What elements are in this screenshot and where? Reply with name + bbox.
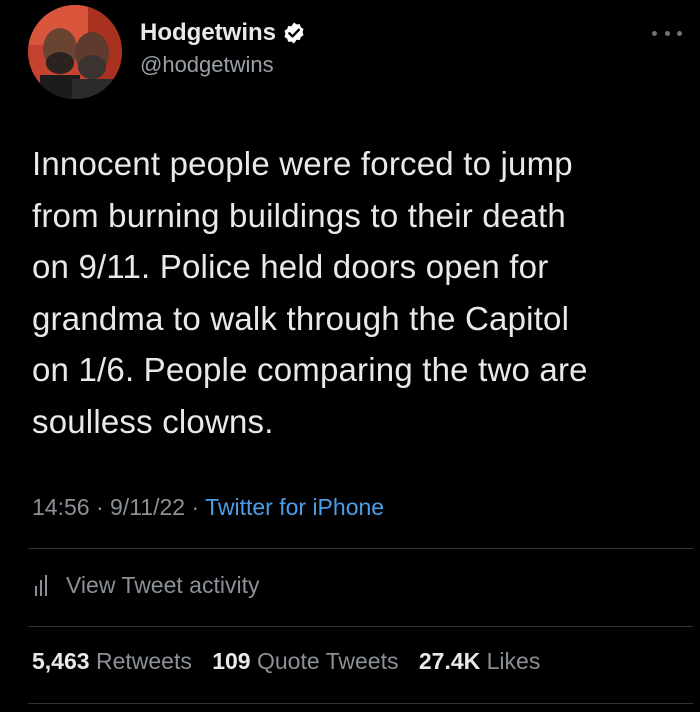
meta-separator: · (95, 494, 104, 520)
display-name[interactable]: Hodgetwins (140, 19, 276, 47)
quote-tweets-label: Quote Tweets (256, 648, 399, 674)
tweet-text-line: soulless clowns. (32, 402, 274, 440)
view-tweet-activity-button[interactable]: View Tweet activity (34, 568, 259, 602)
more-dot (677, 30, 682, 36)
tweet-card: Hodgetwins @hodgetwins Innocent people w… (0, 0, 700, 712)
user-name-row[interactable]: Hodgetwins (140, 18, 306, 48)
tweet-time[interactable]: 14:56 (32, 494, 90, 520)
divider (28, 626, 693, 627)
more-options-icon[interactable] (652, 26, 682, 40)
tweet-text-line: from burning buildings to their death (32, 196, 566, 234)
likes-label: Likes (486, 648, 541, 674)
bar-chart-icon (34, 574, 52, 596)
tweet-meta: 14:56 · 9/11/22 · Twitter for iPhone (32, 494, 384, 521)
tweet-text-line: Innocent people were forced to jump (32, 145, 573, 182)
view-tweet-activity-label: View Tweet activity (66, 571, 260, 598)
verified-badge-icon (282, 21, 306, 45)
retweets-stat[interactable]: 5,463 Retweets (32, 648, 192, 674)
quote-tweets-stat[interactable]: 109 Quote Tweets (212, 648, 398, 674)
tweet-source-link[interactable]: Twitter for iPhone (205, 494, 384, 520)
retweets-label: Retweets (95, 648, 192, 674)
retweets-count: 5,463 (32, 648, 90, 674)
tweet-date[interactable]: 9/11/22 (110, 494, 185, 520)
meta-separator: · (191, 494, 200, 520)
tweet-text-line: on 1/6. People comparing the two are (32, 351, 588, 388)
more-dot (652, 30, 657, 36)
divider (28, 703, 693, 704)
user-handle[interactable]: @hodgetwins (140, 52, 274, 78)
likes-count: 27.4K (418, 648, 481, 674)
divider (28, 548, 693, 549)
tweet-text-line: grandma to walk through the Capitol (32, 299, 570, 337)
tweet-text-line: on 9/11. Police held doors open for (32, 248, 549, 285)
quote-tweets-count: 109 (212, 648, 251, 674)
avatar-image (28, 5, 122, 99)
likes-stat[interactable]: 27.4K Likes (419, 648, 540, 674)
tweet-stats: 5,463 Retweets 109 Quote Tweets 27.4K Li… (32, 648, 554, 675)
tweet-text: Innocent people were forced to jump from… (32, 138, 687, 447)
more-dot (664, 30, 670, 36)
avatar[interactable] (28, 5, 122, 99)
